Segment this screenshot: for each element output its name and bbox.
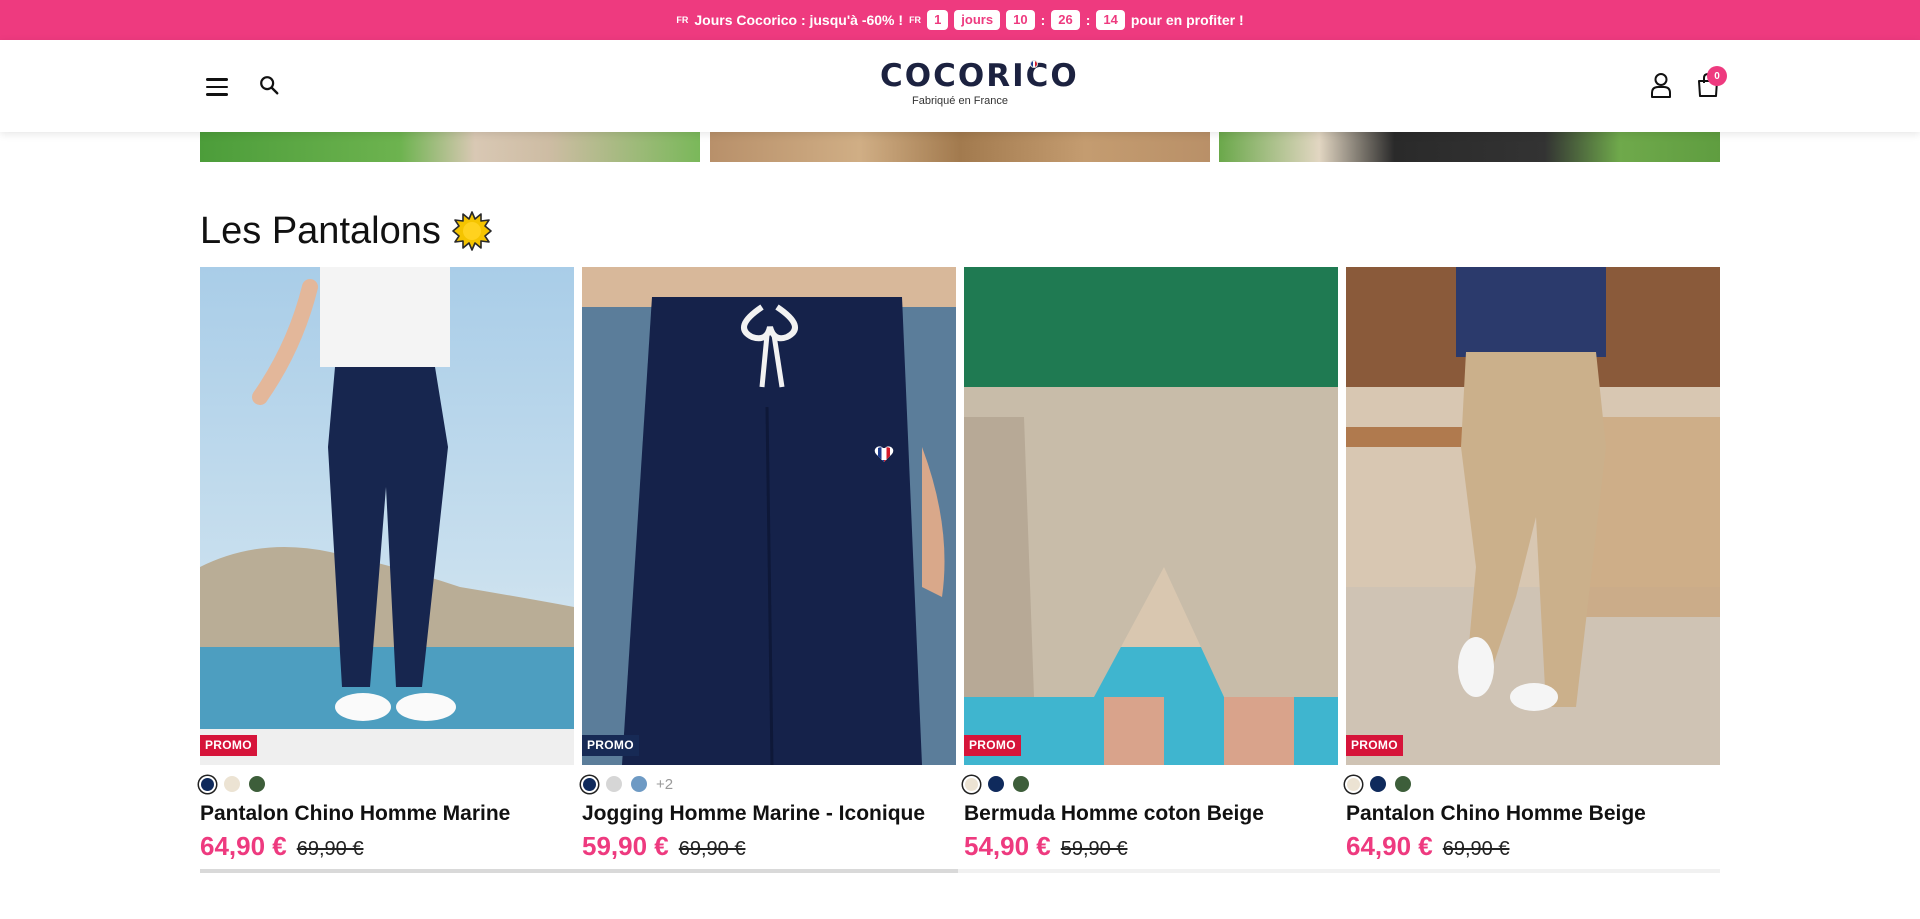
color-swatches	[200, 773, 574, 795]
product-card[interactable]: PROMO Bermuda Homme coton Beige 54,90 € …	[964, 267, 1338, 862]
original-price: 69,90 €	[296, 838, 364, 860]
color-swatch[interactable]	[1347, 777, 1360, 791]
color-swatch[interactable]	[965, 777, 978, 791]
carousel-scrollbar-thumb[interactable]	[200, 869, 958, 873]
promo-text: Jours Cocorico : jusqu'à -60% !	[694, 12, 904, 28]
product-card[interactable]: PROMO +2 Jogging Homme Marine - Iconique…	[582, 267, 956, 862]
color-swatch[interactable]	[583, 777, 596, 791]
color-swatch[interactable]	[224, 776, 240, 792]
sale-price: 64,90 €	[200, 831, 287, 861]
product-image[interactable]: PROMO	[964, 267, 1338, 765]
product-name[interactable]: Pantalon Chino Homme Beige	[1346, 801, 1720, 827]
countdown-days-label: jours	[954, 10, 1001, 30]
banner-image[interactable]	[710, 132, 1210, 162]
heart-flag-icon	[874, 446, 894, 462]
countdown-separator: :	[1040, 12, 1046, 28]
product-name[interactable]: Bermuda Homme coton Beige	[964, 801, 1338, 827]
color-swatch[interactable]	[1013, 776, 1029, 792]
promo-cta: pour en profiter !	[1130, 12, 1244, 28]
product-name[interactable]: Pantalon Chino Homme Marine	[200, 801, 574, 827]
search-icon[interactable]	[258, 74, 280, 96]
more-colors-label[interactable]: +2	[656, 776, 673, 793]
promo-badge: PROMO	[582, 735, 639, 756]
original-price: 69,90 €	[678, 838, 746, 860]
product-card[interactable]: PROMO Pantalon Chino Homme Beige 64,90 €…	[1346, 267, 1720, 862]
section-title: Les Pantalons	[200, 206, 493, 256]
color-swatch[interactable]	[606, 776, 622, 792]
sale-price: 64,90 €	[1346, 831, 1433, 861]
product-image[interactable]: PROMO	[582, 267, 956, 765]
promo-badge: PROMO	[200, 735, 257, 756]
countdown-hours: 10	[1006, 10, 1035, 30]
countdown-separator: :	[1085, 12, 1091, 28]
price-row: 64,90 € 69,90 €	[200, 831, 574, 862]
section-title-text: Les Pantalons	[200, 209, 441, 252]
promo-badge: PROMO	[964, 735, 1021, 756]
promo-badge: PROMO	[1346, 735, 1403, 756]
color-swatches	[1346, 773, 1720, 795]
banner-image[interactable]	[200, 132, 700, 162]
logo[interactable]: COCORICO Fabriqué en France	[880, 58, 1079, 114]
logo-tagline: Fabriqué en France	[912, 95, 1008, 107]
sun-icon	[452, 211, 492, 251]
menu-icon[interactable]	[206, 78, 228, 96]
cart-count-badge: 0	[1707, 66, 1727, 86]
color-swatches: +2	[582, 773, 956, 795]
product-image[interactable]: PROMO	[200, 267, 574, 765]
product-image[interactable]: PROMO	[1346, 267, 1720, 765]
banner-image[interactable]	[1219, 132, 1720, 162]
color-swatch[interactable]	[1395, 776, 1411, 792]
flag-label-left: FR	[676, 15, 689, 25]
sale-price: 54,90 €	[964, 831, 1051, 861]
product-card[interactable]: PROMO Pantalon Chino Homme Marine 64,90 …	[200, 267, 574, 862]
original-price: 59,90 €	[1060, 838, 1128, 860]
color-swatches	[964, 773, 1338, 795]
price-row: 59,90 € 69,90 €	[582, 831, 956, 862]
sale-price: 59,90 €	[582, 831, 669, 861]
flag-label-right: FR	[909, 15, 922, 25]
french-flag-icon	[1030, 60, 1038, 68]
countdown-minutes: 26	[1051, 10, 1080, 30]
user-icon[interactable]	[1650, 72, 1672, 98]
price-row: 64,90 € 69,90 €	[1346, 831, 1720, 862]
color-swatch[interactable]	[631, 776, 647, 792]
color-swatch[interactable]	[988, 776, 1004, 792]
color-swatch[interactable]	[201, 777, 214, 791]
logo-wordmark: COCORICO	[880, 58, 1079, 94]
site-header: COCORICO Fabriqué en France 0	[0, 40, 1920, 132]
promo-bar[interactable]: FR Jours Cocorico : jusqu'à -60% ! FR 1 …	[0, 0, 1920, 40]
original-price: 69,90 €	[1442, 838, 1510, 860]
price-row: 54,90 € 59,90 €	[964, 831, 1338, 862]
countdown-days: 1	[927, 10, 949, 30]
product-name[interactable]: Jogging Homme Marine - Iconique	[582, 801, 956, 827]
color-swatch[interactable]	[249, 776, 265, 792]
color-swatch[interactable]	[1370, 776, 1386, 792]
countdown-seconds: 14	[1096, 10, 1125, 30]
